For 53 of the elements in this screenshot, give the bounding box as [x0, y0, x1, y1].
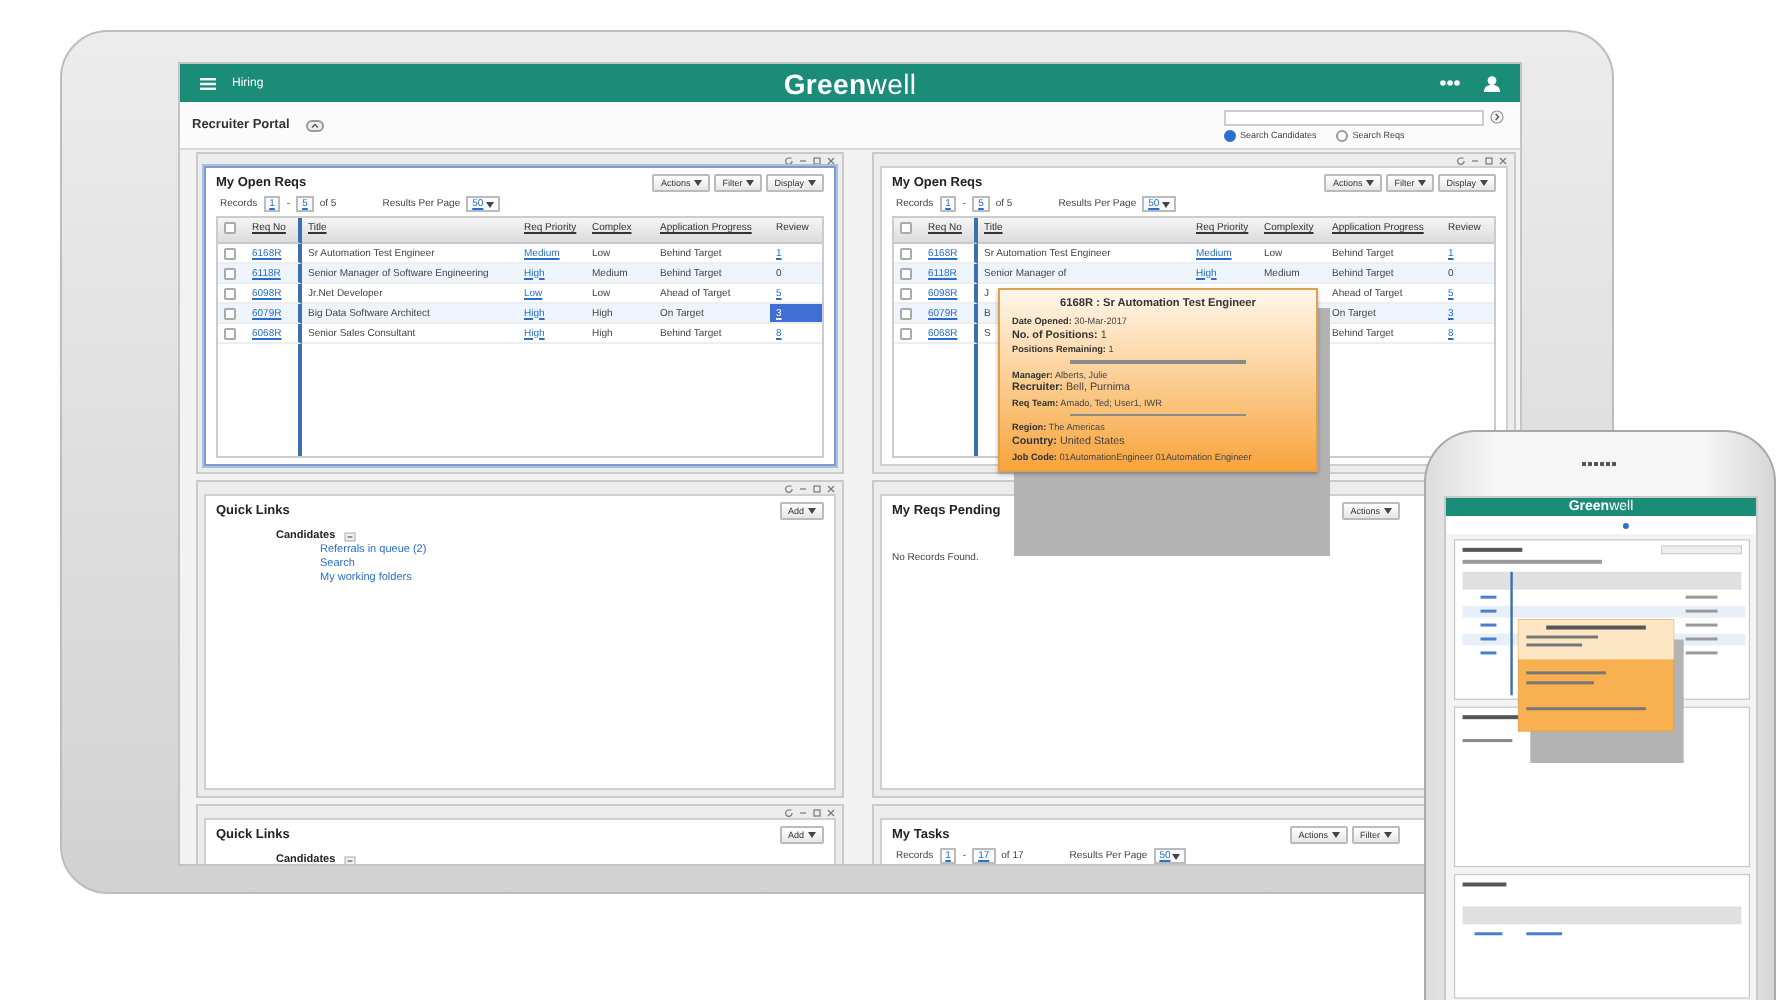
- refresh-icon[interactable]: [784, 807, 794, 817]
- caret-icon: [485, 201, 494, 207]
- caret-icon: [808, 832, 816, 838]
- close-icon[interactable]: [1498, 155, 1508, 165]
- radio-button[interactable]: [1224, 129, 1236, 141]
- collapse-icon[interactable]: [343, 855, 356, 864]
- brand-logo: Greenwell: [783, 67, 917, 99]
- caret-icon: [1384, 832, 1392, 838]
- menu-icon[interactable]: [200, 77, 216, 89]
- maximize-icon[interactable]: [812, 807, 822, 817]
- collapse-icon[interactable]: [305, 119, 324, 131]
- row-checkbox[interactable]: [900, 327, 912, 339]
- minimize-icon[interactable]: [798, 483, 808, 493]
- collapse-icon[interactable]: [343, 531, 356, 541]
- maximize-icon[interactable]: [1484, 155, 1494, 165]
- caret-icon: [1384, 508, 1392, 514]
- caret-icon: [1480, 180, 1488, 186]
- row-checkbox[interactable]: [900, 287, 912, 299]
- row-checkbox[interactable]: [900, 247, 912, 259]
- close-icon[interactable]: [826, 483, 836, 493]
- minimize-icon[interactable]: [798, 155, 808, 165]
- row-checkbox[interactable]: [224, 307, 236, 319]
- caret-icon: [746, 180, 755, 186]
- select-all-checkbox[interactable]: [900, 222, 912, 234]
- caret-icon: [1332, 832, 1340, 838]
- caret-icon: [1161, 201, 1170, 207]
- row-checkbox[interactable]: [224, 327, 236, 339]
- radio-button[interactable]: [1336, 129, 1349, 141]
- refresh-icon[interactable]: [784, 155, 794, 165]
- caret-icon: [1172, 853, 1181, 859]
- row-checkbox[interactable]: [900, 267, 912, 279]
- caret-icon: [808, 180, 816, 186]
- row-checkbox[interactable]: [900, 307, 912, 319]
- caret-icon: [694, 180, 703, 186]
- refresh-icon[interactable]: [784, 483, 794, 493]
- user-icon[interactable]: [1484, 75, 1501, 91]
- go-icon[interactable]: [1490, 110, 1504, 124]
- refresh-icon[interactable]: [1456, 155, 1466, 165]
- search-field[interactable]: [1224, 109, 1484, 125]
- caret-icon: [1418, 180, 1427, 186]
- caret-icon: [808, 508, 816, 514]
- caret-icon: [1366, 180, 1375, 186]
- more-icon[interactable]: [1440, 80, 1461, 86]
- maximize-icon[interactable]: [812, 483, 822, 493]
- row-checkbox[interactable]: [224, 287, 236, 299]
- row-checkbox[interactable]: [224, 267, 236, 279]
- maximize-icon[interactable]: [812, 155, 822, 165]
- select-all-checkbox[interactable]: [224, 222, 236, 234]
- row-checkbox[interactable]: [224, 247, 236, 259]
- close-icon[interactable]: [826, 807, 836, 817]
- close-icon[interactable]: [826, 155, 836, 165]
- minimize-icon[interactable]: [798, 807, 808, 817]
- minimize-icon[interactable]: [1470, 155, 1480, 165]
